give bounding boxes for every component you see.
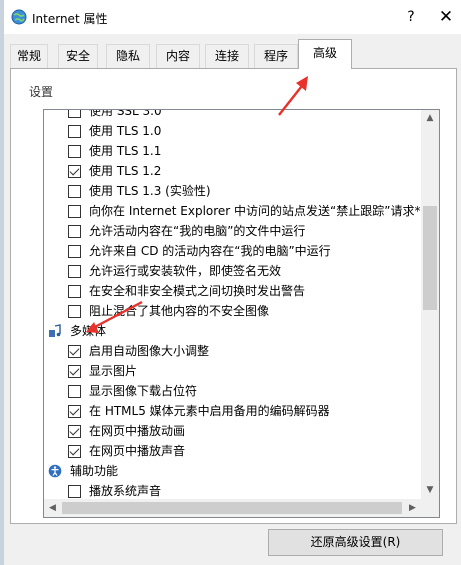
checkbox[interactable] (68, 345, 81, 358)
tab-content[interactable]: 内容 (156, 44, 200, 68)
list-item[interactable]: 使用 SSL 3.0 (44, 110, 421, 121)
internet-globe-icon (11, 9, 27, 25)
list-item[interactable]: 使用 TLS 1.1 (44, 141, 421, 161)
settings-tree-list[interactable]: 使用 SSL 3.0 使用 TLS 1.0 使用 TLS 1.1 使用 TLS … (43, 109, 440, 518)
list-item[interactable]: 显示图像下载占位符 (44, 381, 421, 401)
scroll-up-arrow-icon[interactable]: ▲ (421, 110, 439, 127)
horizontal-scroll-thumb[interactable] (62, 502, 402, 514)
list-item[interactable]: 阻止混合了其他内容的不安全图像 (44, 301, 421, 321)
tab-connections[interactable]: 连接 (205, 44, 249, 68)
checkbox[interactable] (68, 205, 81, 218)
settings-rows: 使用 SSL 3.0 使用 TLS 1.0 使用 TLS 1.1 使用 TLS … (44, 110, 421, 501)
category-accessibility: 辅助功能 (44, 461, 421, 481)
list-item[interactable]: 允许活动内容在“我的电脑”的文件中运行 (44, 221, 421, 241)
accessibility-icon (48, 464, 62, 478)
tab-security[interactable]: 安全 (58, 44, 98, 68)
list-item[interactable]: 播放系统声音 (44, 481, 421, 501)
list-item[interactable]: 在网页中播放动画 (44, 421, 421, 441)
list-item[interactable]: 在网页中播放声音 (44, 441, 421, 461)
category-multimedia: 多媒体 (44, 321, 421, 341)
list-item[interactable]: 启用自动图像大小调整 (44, 341, 421, 361)
list-item[interactable]: 显示图片 (44, 361, 421, 381)
scroll-down-arrow-icon[interactable]: ▼ (421, 482, 439, 499)
tab-programs[interactable]: 程序 (254, 44, 298, 68)
restore-advanced-settings-button[interactable]: 还原高级设置(R) (268, 529, 443, 556)
list-item[interactable]: 使用 TLS 1.2 (44, 161, 421, 181)
list-item[interactable]: 在安全和非安全模式之间切换时发出警告 (44, 281, 421, 301)
horizontal-scrollbar[interactable]: ◀ ▶ (44, 499, 421, 517)
checkbox[interactable] (68, 405, 81, 418)
multimedia-icon (49, 324, 61, 337)
advanced-tab-panel: 设置 使用 SSL 3.0 使用 TLS 1.0 使用 TLS 1.1 使用 T… (10, 68, 457, 524)
scroll-left-arrow-icon[interactable]: ◀ (44, 499, 61, 517)
checkbox[interactable] (68, 365, 81, 378)
help-button[interactable]: ? (400, 6, 422, 28)
scroll-right-arrow-icon[interactable]: ▶ (404, 499, 421, 517)
checkbox[interactable] (68, 385, 81, 398)
tab-advanced[interactable]: 高级 (298, 39, 352, 69)
background-window-edge (0, 0, 4, 565)
checkbox[interactable] (68, 185, 81, 198)
checkbox[interactable] (68, 485, 81, 498)
vertical-scroll-thumb[interactable] (423, 206, 437, 310)
checkbox[interactable] (68, 225, 81, 238)
window-title: Internet 属性 (32, 12, 108, 26)
checkbox[interactable] (68, 425, 81, 438)
list-item[interactable]: 使用 TLS 1.0 (44, 121, 421, 141)
close-button[interactable]: ✕ (434, 5, 458, 29)
title-bar: Internet 属性 ? ✕ (4, 0, 461, 34)
checkbox[interactable] (68, 285, 81, 298)
settings-group-label: 设置 (29, 85, 54, 99)
list-item[interactable]: 使用 TLS 1.3 (实验性) (44, 181, 421, 201)
vertical-scrollbar[interactable]: ▲ ▼ (421, 110, 439, 499)
checkbox[interactable] (68, 265, 81, 278)
list-item[interactable]: 允许来自 CD 的活动内容在“我的电脑”中运行 (44, 241, 421, 261)
checkbox[interactable] (68, 110, 81, 118)
checkbox[interactable] (68, 125, 81, 138)
scrollbar-corner (421, 499, 439, 517)
tab-general[interactable]: 常规 (10, 44, 48, 68)
list-item[interactable]: 在 HTML5 媒体元素中启用备用的编码解码器 (44, 401, 421, 421)
list-item[interactable]: 允许运行或安装软件，即使签名无效 (44, 261, 421, 281)
list-item[interactable]: 向你在 Internet Explorer 中访问的站点发送“禁止跟踪”请求* (44, 201, 421, 221)
checkbox[interactable] (68, 445, 81, 458)
tab-privacy[interactable]: 隐私 (106, 44, 150, 68)
checkbox[interactable] (68, 245, 81, 258)
checkbox[interactable] (68, 165, 81, 178)
checkbox[interactable] (68, 145, 81, 158)
checkbox[interactable] (68, 305, 81, 318)
